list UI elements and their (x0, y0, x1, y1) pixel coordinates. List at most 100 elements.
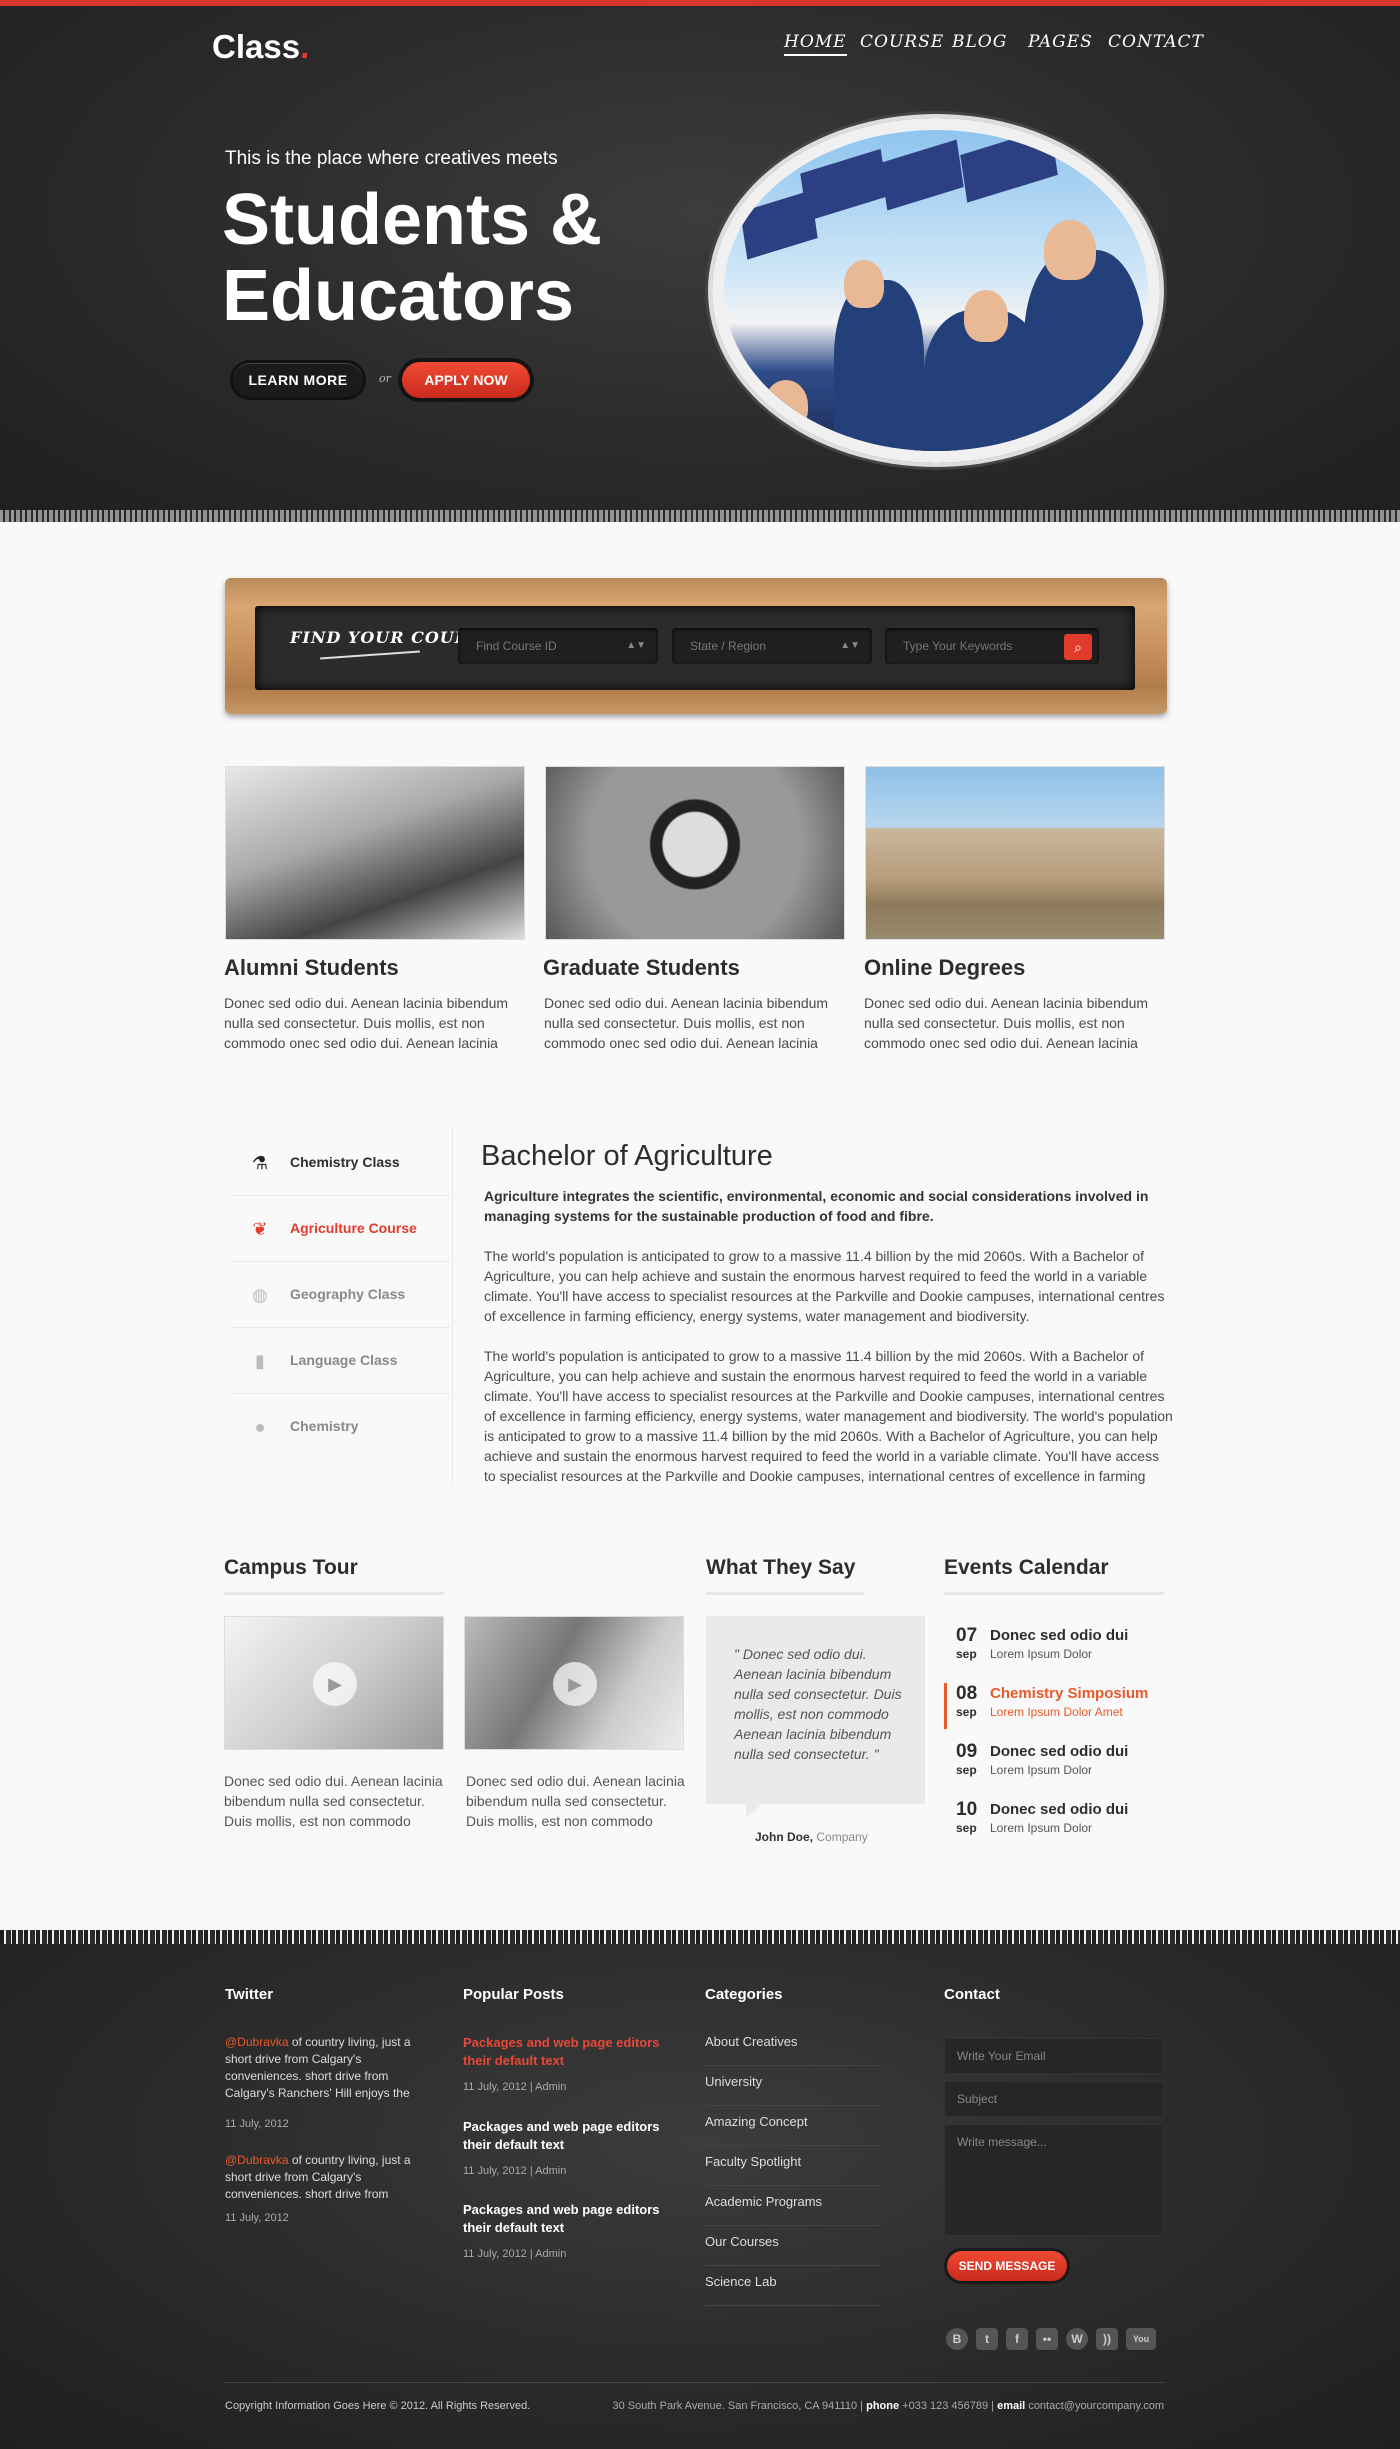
post-meta: 11 July, 2012 | Admin (463, 2248, 567, 2260)
chalk-edge (0, 510, 1400, 522)
tab-label: Agriculture Course (290, 1220, 417, 1236)
category-link[interactable]: Academic Programs (705, 2186, 880, 2226)
category-link[interactable]: About Creatives (705, 2026, 880, 2066)
microscope-icon: ● (254, 1417, 266, 1437)
copyright: Copyright Information Goes Here © 2012. … (225, 2400, 531, 2412)
apply-now-button[interactable]: APPLY NOW (398, 358, 534, 402)
send-message-label: SEND MESSAGE (947, 2251, 1067, 2281)
tweet-date: 11 July, 2012 (225, 2212, 289, 2224)
select-arrows-icon: ▲▼ (626, 640, 646, 651)
tab-label: Chemistry (290, 1418, 359, 1434)
search-button[interactable]: ⌕ (1064, 634, 1092, 660)
globe-icon: ◍ (252, 1285, 268, 1305)
feature-text-alumni: Donec sed odio dui. Aenean lacinia biben… (224, 995, 509, 1051)
select-arrows-icon: ▲▼ (840, 640, 860, 651)
events-calendar-title: Events Calendar (944, 1556, 1109, 1579)
article-lead: Agriculture integrates the scientific, e… (484, 1188, 1149, 1224)
hero-tagline: This is the place where creatives meets (225, 148, 558, 169)
facebook-icon[interactable]: f (1006, 2328, 1028, 2350)
event-item[interactable]: 10 sep Donec sed odio dui Lorem Ipsum Dolo… (944, 1799, 1164, 1845)
categories-title: Categories (705, 1986, 783, 2003)
tab-agriculture-course[interactable]: ❦ Agriculture Course (232, 1196, 450, 1262)
flickr-icon[interactable]: •• (1036, 2328, 1058, 2350)
event-item-active[interactable]: 08 sep Chemistry Simposium Lorem Ipsum Dol… (944, 1683, 1164, 1729)
campus-video-2-text: Donec sed odio dui. Aenean lacinia biben… (466, 1773, 685, 1829)
graduate-students-image[interactable] (545, 766, 845, 940)
campus-video-2[interactable]: ▶ (464, 1616, 684, 1750)
course-id-select[interactable]: Find Course ID ▲▼ (458, 628, 658, 664)
message-field[interactable]: Write message... (944, 2124, 1164, 2236)
tab-language-class[interactable]: ▮ Language Class (232, 1328, 450, 1394)
logo[interactable]: Class. (212, 28, 309, 66)
feature-title-online[interactable]: Online Degrees (864, 955, 1025, 981)
nav-course[interactable]: COURSE (860, 32, 944, 52)
send-message-button[interactable]: SEND MESSAGE (944, 2248, 1070, 2284)
popular-posts-title: Popular Posts (463, 1986, 564, 2003)
event-item[interactable]: 07 sep Donec sed odio dui Lorem Ipsum Dolo… (944, 1625, 1164, 1671)
feature-title-graduate[interactable]: Graduate Students (543, 955, 740, 981)
twitter-icon[interactable]: t (976, 2328, 998, 2350)
hero-header (0, 0, 1400, 522)
testimonial-author: John Doe, Company (755, 1830, 868, 1844)
twitter-title: Twitter (225, 1986, 274, 2003)
campus-video-1[interactable]: ▶ (224, 1616, 444, 1750)
nav-pages[interactable]: PAGES (1028, 32, 1093, 52)
tweet-handle[interactable]: @Dubravka (225, 2035, 289, 2049)
category-link[interactable]: Faculty Spotlight (705, 2146, 880, 2186)
section-underline (944, 1592, 1164, 1595)
chalk-edge (0, 1930, 1400, 1944)
category-link[interactable]: Amazing Concept (705, 2106, 880, 2146)
post-meta: 11 July, 2012 | Admin (463, 2081, 567, 2093)
tab-chemistry[interactable]: ● Chemistry (232, 1394, 450, 1460)
alumni-students-image[interactable] (225, 766, 525, 940)
wordpress-icon[interactable]: W (1066, 2328, 1088, 2350)
tab-divider (452, 1126, 453, 1486)
book-icon: ▮ (255, 1351, 265, 1371)
what-they-say-title: What They Say (706, 1556, 856, 1579)
category-link[interactable]: Our Courses (705, 2226, 880, 2266)
popular-post-link[interactable]: Packages and web page editors their defa… (463, 2201, 663, 2237)
campus-video-1-text: Donec sed odio dui. Aenean lacinia biben… (224, 1773, 443, 1829)
leaf-icon: ❦ (252, 1219, 268, 1239)
tab-chemistry-class[interactable]: ⚗ Chemistry Class (232, 1130, 450, 1196)
nav-contact[interactable]: CONTACT (1108, 32, 1204, 52)
category-link[interactable]: University (705, 2066, 880, 2106)
play-icon[interactable]: ▶ (313, 1662, 357, 1706)
region-select[interactable]: State / Region ▲▼ (672, 628, 872, 664)
hero-graduates-photo (712, 118, 1160, 463)
contact-info: 30 South Park Avenue. San Francisco, CA … (612, 2400, 1164, 2412)
online-degrees-image[interactable] (865, 766, 1165, 940)
tab-label: Geography Class (290, 1286, 406, 1302)
tweet-handle[interactable]: @Dubravka (225, 2153, 289, 2167)
learn-more-button[interactable]: LEARN MORE (230, 360, 366, 400)
nav-blog[interactable]: BLOG (952, 32, 1007, 52)
play-icon[interactable]: ▶ (553, 1662, 597, 1706)
post-meta: 11 July, 2012 | Admin (463, 2165, 567, 2177)
youtube-icon[interactable]: You (1126, 2328, 1156, 2350)
or-separator: or (379, 372, 391, 385)
popular-post-link[interactable]: Packages and web page editors their defa… (463, 2118, 663, 2154)
tweet-date: 11 July, 2012 (225, 2118, 289, 2130)
nav-home[interactable]: HOME (784, 32, 847, 56)
article-title: Bachelor of Agriculture (481, 1140, 773, 1172)
section-underline (224, 1592, 444, 1595)
tab-geography-class[interactable]: ◍ Geography Class (232, 1262, 450, 1328)
testimonial-quote: " Donec sed odio dui. Aenean lacinia bib… (706, 1616, 925, 1818)
feature-text-graduate: Donec sed odio dui. Aenean lacinia biben… (544, 995, 829, 1051)
popular-post-link[interactable]: Packages and web page editors their defa… (463, 2034, 663, 2070)
quote-text: " Donec sed odio dui. Aenean lacinia bib… (734, 1646, 902, 1762)
apply-now-label: APPLY NOW (402, 362, 530, 398)
quote-tail (746, 1804, 762, 1818)
footer-divider (225, 2382, 1165, 2383)
event-item[interactable]: 09 sep Donec sed odio dui Lorem Ipsum Dolo… (944, 1741, 1164, 1787)
contact-title: Contact (944, 1986, 1000, 2003)
rss-icon[interactable]: )) (1096, 2328, 1118, 2350)
campus-tour-title: Campus Tour (224, 1556, 358, 1579)
category-link[interactable]: Science Lab (705, 2266, 880, 2306)
hero-title: Students & Educators (222, 180, 603, 336)
email-field[interactable]: Write Your Email (944, 2038, 1164, 2074)
feature-title-alumni[interactable]: Alumni Students (224, 955, 399, 981)
blogger-icon[interactable]: B (946, 2328, 968, 2350)
feature-text-online: Donec sed odio dui. Aenean lacinia biben… (864, 995, 1149, 1051)
subject-field[interactable]: Subject (944, 2081, 1164, 2117)
